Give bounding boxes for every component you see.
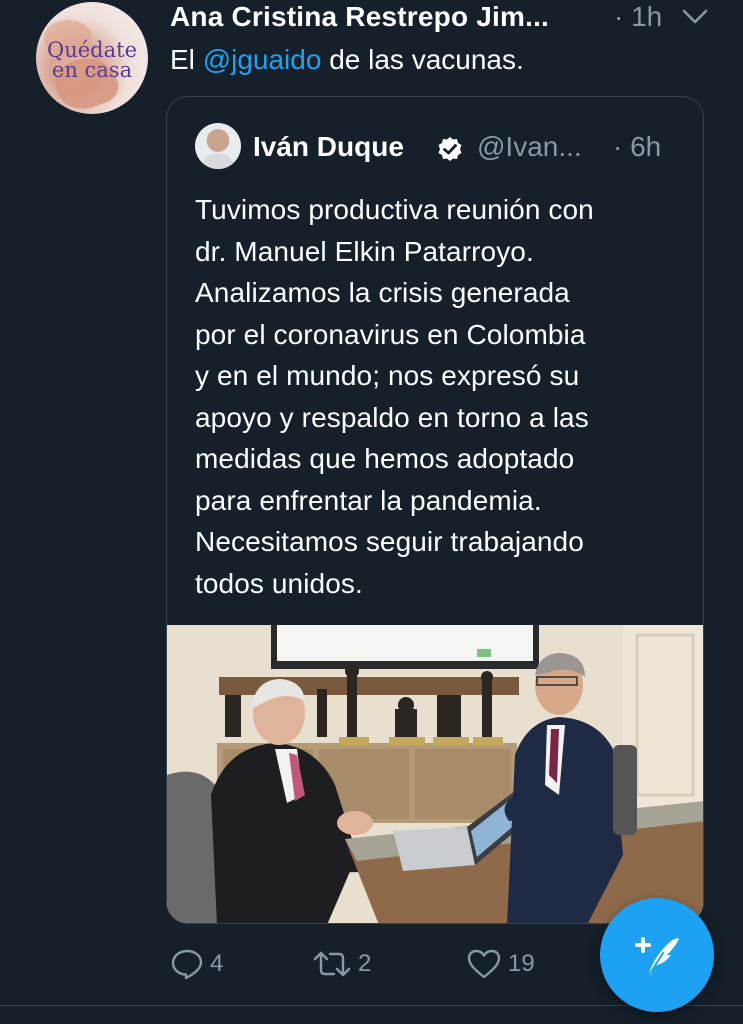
quoted-text-line: todos unidos.	[195, 567, 363, 599]
author-avatar[interactable]: Quédate en casa	[36, 2, 148, 114]
quoted-text-line: para enfrentar la pandemia.	[195, 484, 542, 516]
like-count: 19	[508, 950, 535, 977]
like-button[interactable]: 19	[466, 946, 535, 982]
tweet-text: El @jguaido de las vacunas.	[170, 43, 524, 77]
quoted-text-line: por el coronavirus en Colombia	[195, 318, 586, 350]
heart-icon	[467, 949, 501, 979]
author-name[interactable]: Ana Cristina Restrepo Jim...	[170, 0, 549, 34]
mention-link[interactable]: @jguaido	[203, 44, 322, 75]
tweet-text-suffix: de las vacunas.	[321, 44, 524, 75]
avatar-text-line2: en casa	[51, 58, 133, 82]
tweet-photo[interactable]	[167, 625, 703, 923]
chevron-down-icon[interactable]	[680, 6, 710, 28]
quoted-author-name: Iván Duque	[253, 131, 404, 162]
reply-button[interactable]: 4	[170, 946, 223, 982]
retweet-icon	[313, 951, 351, 977]
timeline: Quédate en casa Ana Cristina Restrepo Ji…	[0, 0, 743, 1024]
compose-tweet-button[interactable]	[600, 898, 714, 1012]
tweet-text-prefix: El	[170, 44, 203, 75]
tweet-time[interactable]: · 1h	[614, 0, 662, 34]
retweet-button[interactable]: 2	[312, 946, 371, 982]
quoted-author-handle: @Ivan...	[477, 131, 582, 162]
quoted-tweet-card[interactable]: Iván Duque @Ivan... · 6h Tuvimos product…	[166, 96, 704, 924]
retweet-count: 2	[358, 950, 372, 977]
reply-count: 4	[210, 950, 224, 977]
quoted-tweet-time: · 6h	[613, 131, 662, 162]
quoted-text-line: Analizamos la crisis generada	[195, 277, 570, 308]
quoted-text-line: Necesitamos seguir trabajando	[195, 526, 584, 557]
quoted-text-line: Tuvimos productiva reunión con	[195, 194, 594, 225]
reply-icon	[171, 949, 203, 980]
avatar-text-line1: Quédate	[47, 38, 137, 62]
quoted-author-avatar	[195, 123, 241, 169]
quoted-text-line: dr. Manuel Elkin Patarroyo.	[195, 235, 534, 267]
verified-badge-icon	[438, 137, 462, 161]
compose-tweet-icon	[635, 937, 679, 976]
quoted-text-line: y en el mundo; nos expresó su	[195, 360, 580, 391]
quoted-text-line: medidas que hemos adoptado	[195, 443, 575, 474]
quoted-tweet-text: Tuvimos productiva reunión con dr. Manue…	[195, 189, 695, 604]
quoted-text-line: apoyo y respaldo en torno a las	[195, 401, 589, 433]
